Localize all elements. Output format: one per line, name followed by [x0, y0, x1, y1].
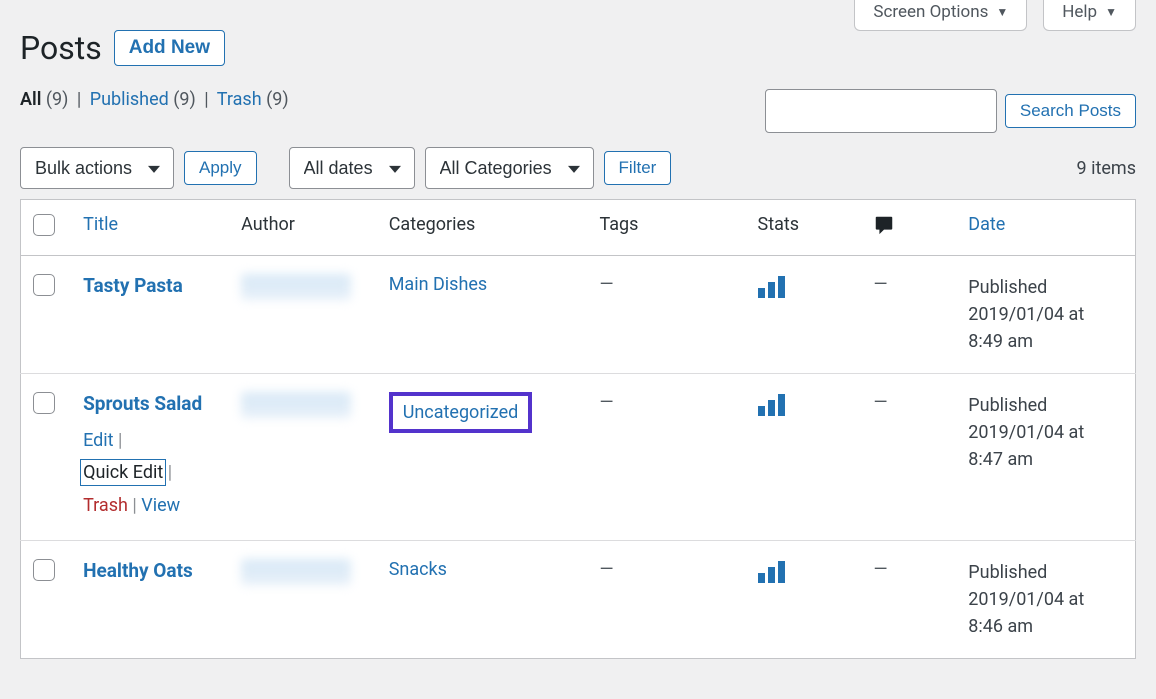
select-all-checkbox[interactable]	[33, 214, 55, 236]
table-row: Healthy Oats Snacks — — Published2019/01/04 …	[21, 541, 1136, 659]
category-filter-select[interactable]: All Categories	[425, 147, 594, 189]
date-filter-select[interactable]: All dates	[289, 147, 415, 189]
search-input[interactable]	[765, 89, 997, 133]
posts-table: Title Author Categories Tags Stats Date …	[20, 199, 1136, 659]
author-redacted	[241, 274, 351, 300]
bar-chart-icon	[758, 392, 785, 416]
comments-value: —	[873, 559, 887, 580]
stats-link[interactable]	[758, 567, 785, 588]
table-row: Tasty Pasta Main Dishes — — Published2019/01…	[21, 256, 1136, 374]
separator: |	[204, 89, 208, 110]
category-link[interactable]: Snacks	[389, 559, 447, 580]
filter-published[interactable]: Published	[90, 89, 169, 110]
filter-trash[interactable]: Trash	[217, 89, 262, 110]
filter-button[interactable]: Filter	[604, 151, 672, 185]
tags-value: —	[599, 392, 613, 413]
screen-options-tab[interactable]: Screen Options ▼	[854, 0, 1027, 31]
stats-link[interactable]	[758, 282, 785, 303]
row-checkbox[interactable]	[33, 274, 55, 296]
col-author: Author	[229, 200, 377, 256]
quick-edit-link[interactable]: Quick Edit	[83, 462, 163, 483]
highlight-box: Uncategorized	[389, 392, 533, 433]
table-row: Sprouts Salad Edit |Quick Edit |Trash | V…	[21, 374, 1136, 541]
trash-link[interactable]: Trash	[83, 495, 128, 516]
search-posts-button[interactable]: Search Posts	[1005, 94, 1136, 128]
view-link[interactable]: View	[141, 495, 180, 516]
col-date[interactable]: Date	[968, 214, 1005, 235]
post-title-link[interactable]: Healthy Oats	[83, 559, 193, 582]
comments-value: —	[873, 392, 887, 413]
dropdown-triangle-icon: ▼	[1105, 5, 1117, 19]
col-categories: Categories	[377, 200, 588, 256]
comment-bubble-icon	[873, 220, 895, 241]
edit-link[interactable]: Edit	[83, 430, 113, 451]
date-cell: Published2019/01/04 at 8:46 am	[956, 541, 1135, 659]
row-checkbox[interactable]	[33, 559, 55, 581]
bar-chart-icon	[758, 559, 785, 583]
author-redacted	[241, 559, 351, 585]
tags-value: —	[599, 274, 613, 295]
help-label: Help	[1062, 2, 1097, 22]
row-checkbox[interactable]	[33, 392, 55, 414]
add-new-button[interactable]: Add New	[114, 30, 225, 67]
tags-value: —	[599, 559, 613, 580]
status-filter-links: All (9) | Published (9) | Trash (9)	[20, 89, 289, 110]
bar-chart-icon	[758, 274, 785, 298]
dropdown-triangle-icon: ▼	[996, 5, 1008, 19]
help-tab[interactable]: Help ▼	[1043, 0, 1136, 31]
items-count: 9 items	[1077, 158, 1136, 179]
col-title[interactable]: Title	[83, 214, 118, 235]
category-link[interactable]: Main Dishes	[389, 274, 488, 295]
post-title-link[interactable]: Tasty Pasta	[83, 274, 183, 297]
separator: |	[77, 89, 81, 110]
category-link[interactable]: Uncategorized	[403, 402, 519, 423]
filter-trash-count: (9)	[266, 89, 289, 110]
date-cell: Published2019/01/04 at 8:49 am	[956, 256, 1135, 374]
bulk-actions-select[interactable]: Bulk actions	[20, 147, 174, 189]
author-redacted	[241, 392, 351, 418]
row-actions: Edit |Quick Edit |Trash | View	[83, 425, 217, 522]
stats-link[interactable]	[758, 400, 785, 421]
filter-all[interactable]: All	[20, 89, 41, 110]
page-title: Posts	[20, 29, 102, 67]
post-title-link[interactable]: Sprouts Salad	[83, 392, 202, 415]
col-tags: Tags	[587, 200, 745, 256]
date-cell: Published2019/01/04 at 8:47 am	[956, 374, 1135, 541]
col-stats: Stats	[746, 200, 862, 256]
filter-published-count: (9)	[173, 89, 196, 110]
filter-all-count: (9)	[46, 89, 69, 110]
col-comments	[861, 200, 956, 256]
screen-options-label: Screen Options	[873, 2, 988, 22]
apply-button[interactable]: Apply	[184, 151, 257, 185]
comments-value: —	[873, 274, 887, 295]
